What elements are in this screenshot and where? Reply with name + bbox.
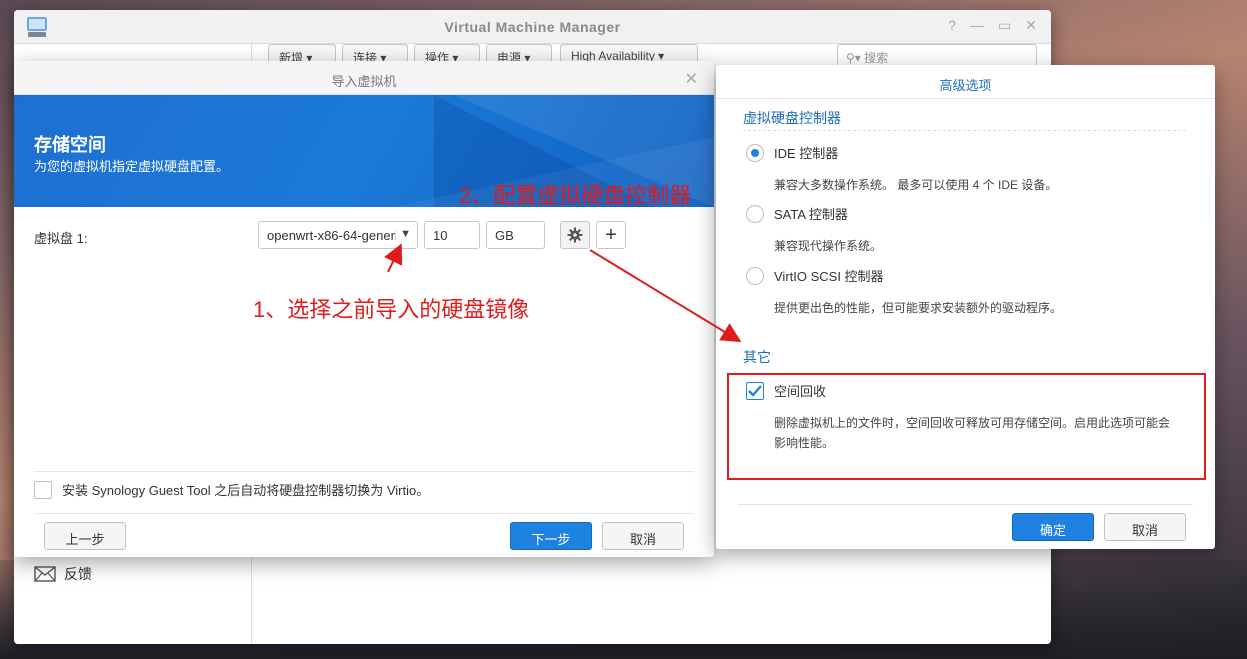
other-section-title: 其它 — [743, 349, 771, 365]
feedback-label: 反馈 — [64, 566, 92, 582]
minimize-icon[interactable]: — — [970, 17, 984, 34]
highlight-box — [727, 373, 1206, 480]
controller-section-title: 虚拟硬盘控制器 — [743, 110, 841, 126]
sata-radio[interactable] — [746, 204, 764, 223]
search-placeholder: 搜索 — [864, 51, 889, 65]
ide-radio[interactable] — [746, 143, 764, 162]
virtio-scsi-radio[interactable] — [746, 266, 764, 285]
import-dialog-footer — [34, 513, 694, 514]
guest-tool-label: 安装 Synology Guest Tool 之后自动将硬盘控制器切换为 Vir… — [62, 483, 430, 498]
section-divider — [743, 130, 1186, 131]
ide-label: IDE 控制器 — [774, 146, 839, 161]
search-icon: ⚲▾ — [846, 51, 861, 65]
caret-down-icon: ▼ — [396, 228, 411, 240]
banner-subtitle: 为您的虚拟机指定虚拟硬盘配置。 — [34, 159, 230, 174]
virtio-scsi-description: 提供更出色的性能，但可能要求安装额外的驱动程序。 — [774, 301, 1063, 315]
sata-description: 兼容现代操作系统。 — [774, 239, 883, 253]
window-controls: ? — ▭ ✕ — [948, 17, 1037, 34]
sata-label: SATA 控制器 — [774, 207, 848, 222]
plus-icon: + — [605, 223, 617, 246]
import-dialog-title: 导入虚拟机 — [331, 74, 397, 89]
disk-image-select[interactable]: openwrt-x86-64-generic ▼ — [258, 221, 418, 249]
close-icon[interactable]: ✕ — [1025, 17, 1037, 34]
advanced-dialog-title[interactable]: 高级选项 — [716, 65, 1215, 99]
ide-description: 兼容大多数操作系统。 最多可以使用 4 个 IDE 设备。 — [774, 178, 1058, 192]
guest-tool-option[interactable]: 安装 Synology Guest Tool 之后自动将硬盘控制器切换为 Vir… — [34, 471, 694, 499]
disk-image-value: openwrt-x86-64-generic — [267, 228, 405, 243]
disk-size-input[interactable]: 10 — [424, 221, 480, 249]
virtual-disk-label: 虚拟盘 1: — [34, 231, 88, 246]
maximize-icon[interactable]: ▭ — [998, 17, 1011, 34]
close-icon[interactable]: ✕ — [685, 69, 698, 89]
sidebar-item-feedback[interactable]: 反馈 — [34, 564, 92, 584]
import-dialog-titlebar[interactable]: 导入虚拟机 ✕ — [14, 61, 714, 95]
gear-icon — [567, 227, 583, 243]
annotation-step1: 1、选择之前导入的硬盘镜像 — [247, 290, 536, 326]
banner-title: 存储空间 — [34, 135, 106, 155]
annotation-step2: 2、配置虚拟硬盘控制器 — [459, 183, 692, 208]
ide-controller-option[interactable]: IDE 控制器 — [746, 143, 838, 162]
add-disk-button[interactable]: + — [596, 221, 626, 249]
advanced-dialog-footer — [738, 504, 1193, 505]
mail-icon — [34, 566, 56, 582]
ok-button[interactable]: 确定 — [1012, 513, 1094, 541]
vmm-title: Virtual Machine Manager — [444, 19, 621, 35]
disk-settings-button[interactable] — [560, 221, 590, 249]
vmm-titlebar[interactable]: Virtual Machine Manager ? — ▭ ✕ — [14, 10, 1051, 44]
disk-unit-field[interactable]: GB — [486, 221, 545, 249]
cancel-button[interactable]: 取消 — [602, 522, 684, 550]
guest-tool-checkbox[interactable] — [34, 480, 52, 499]
back-button[interactable]: 上一步 — [44, 522, 126, 550]
virtio-scsi-controller-option[interactable]: VirtIO SCSI 控制器 — [746, 266, 884, 285]
next-button[interactable]: 下一步 — [510, 522, 592, 550]
sata-controller-option[interactable]: SATA 控制器 — [746, 204, 848, 223]
cancel-button[interactable]: 取消 — [1104, 513, 1186, 541]
virtio-scsi-label: VirtIO SCSI 控制器 — [774, 269, 884, 284]
help-icon[interactable]: ? — [948, 17, 956, 34]
